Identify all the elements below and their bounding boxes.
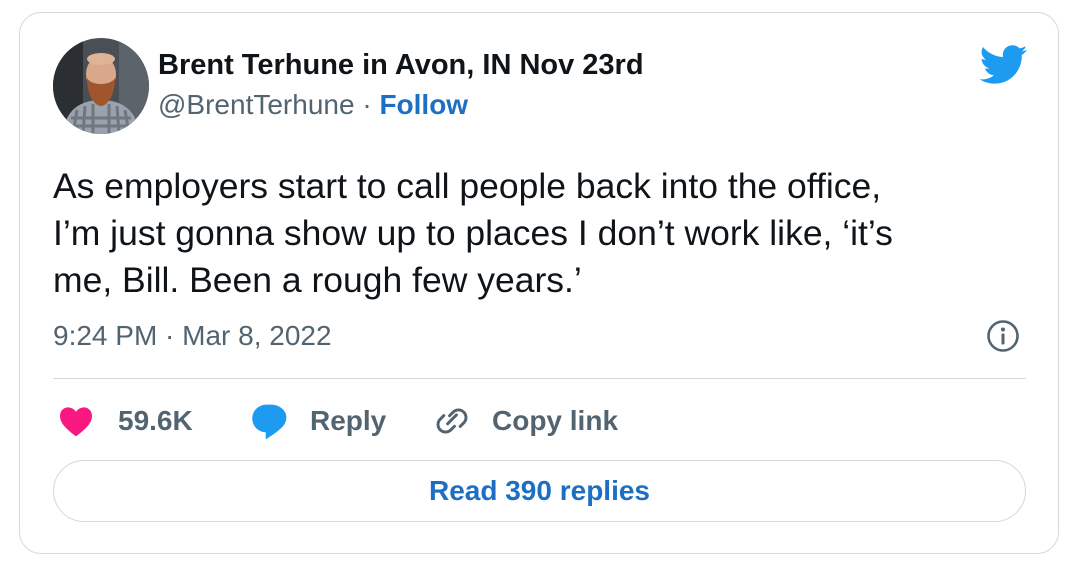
handle-separator: · xyxy=(354,89,380,120)
tweet-card: Brent Terhune in Avon, IN Nov 23rd @Bren… xyxy=(19,12,1059,554)
reply-bubble-icon xyxy=(252,404,287,439)
reply-label: Reply xyxy=(310,405,387,436)
tweet-timestamp[interactable]: 9:24 PM · Mar 8, 2022 xyxy=(53,320,332,352)
info-icon[interactable] xyxy=(986,319,1020,353)
link-icon xyxy=(436,408,468,434)
copy-link-label: Copy link xyxy=(492,405,619,436)
divider xyxy=(53,378,1026,379)
reply-button[interactable]: Reply xyxy=(250,403,386,439)
copy-link-button[interactable]: Copy link xyxy=(432,403,618,439)
heart-icon xyxy=(60,407,92,437)
tweet-text: As employers start to call people back i… xyxy=(53,166,893,300)
read-replies-button[interactable]: Read 390 replies xyxy=(53,460,1026,522)
like-button[interactable]: 59.6K xyxy=(58,403,193,439)
avatar-photo xyxy=(53,38,149,134)
author-handle[interactable]: @BrentTerhune xyxy=(158,89,355,120)
twitter-bird-icon[interactable] xyxy=(980,45,1028,85)
follow-button[interactable]: Follow xyxy=(379,89,468,120)
avatar[interactable] xyxy=(53,38,149,134)
like-count: 59.6K xyxy=(118,405,193,436)
author-name[interactable]: Brent Terhune in Avon, IN Nov 23rd xyxy=(158,49,644,82)
author-handle-row: @BrentTerhune · Follow xyxy=(158,89,468,121)
